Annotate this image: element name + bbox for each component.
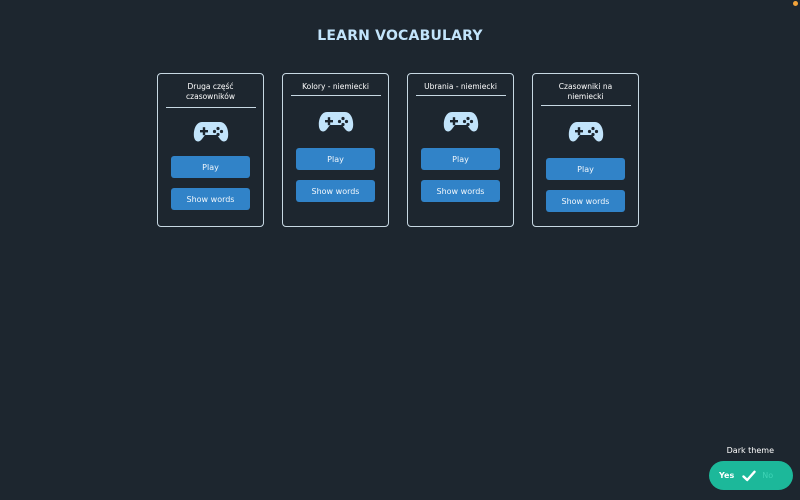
show-words-button[interactable]: Show words bbox=[171, 188, 250, 210]
show-words-button[interactable]: Show words bbox=[546, 190, 625, 212]
toggle-yes-label: Yes bbox=[719, 471, 735, 480]
show-words-button[interactable]: Show words bbox=[421, 180, 500, 202]
play-button[interactable]: Play bbox=[421, 148, 500, 170]
card-title: Czasowniki na niemiecki bbox=[540, 82, 631, 106]
vocabulary-card: Druga część czasowników Play Show words bbox=[157, 73, 264, 227]
play-button[interactable]: Play bbox=[171, 156, 250, 178]
gamepad-icon bbox=[443, 112, 478, 132]
vocabulary-card: Ubrania - niemiecki Play Show words bbox=[407, 73, 514, 227]
gamepad-icon bbox=[318, 112, 353, 132]
play-button[interactable]: Play bbox=[546, 158, 625, 180]
page-title: LEARN VOCABULARY bbox=[317, 28, 483, 44]
dark-theme-toggle[interactable]: Yes No bbox=[709, 461, 793, 490]
card-title: Kolory - niemiecki bbox=[290, 82, 381, 96]
checkmark-icon bbox=[742, 470, 756, 481]
notification-dot bbox=[793, 1, 798, 6]
dark-theme-label: Dark theme bbox=[726, 446, 774, 455]
toggle-no-label: No bbox=[762, 471, 774, 480]
gamepad-icon bbox=[568, 122, 603, 142]
card-title: Ubrania - niemiecki bbox=[415, 82, 506, 96]
show-words-button[interactable]: Show words bbox=[296, 180, 375, 202]
play-button[interactable]: Play bbox=[296, 148, 375, 170]
vocabulary-card-list: Druga część czasowników Play Show words … bbox=[157, 73, 643, 227]
vocabulary-card: Czasowniki na niemiecki Play Show words bbox=[532, 73, 639, 227]
gamepad-icon bbox=[193, 122, 228, 142]
card-title: Druga część czasowników bbox=[165, 82, 256, 108]
vocabulary-card: Kolory - niemiecki Play Show words bbox=[282, 73, 389, 227]
